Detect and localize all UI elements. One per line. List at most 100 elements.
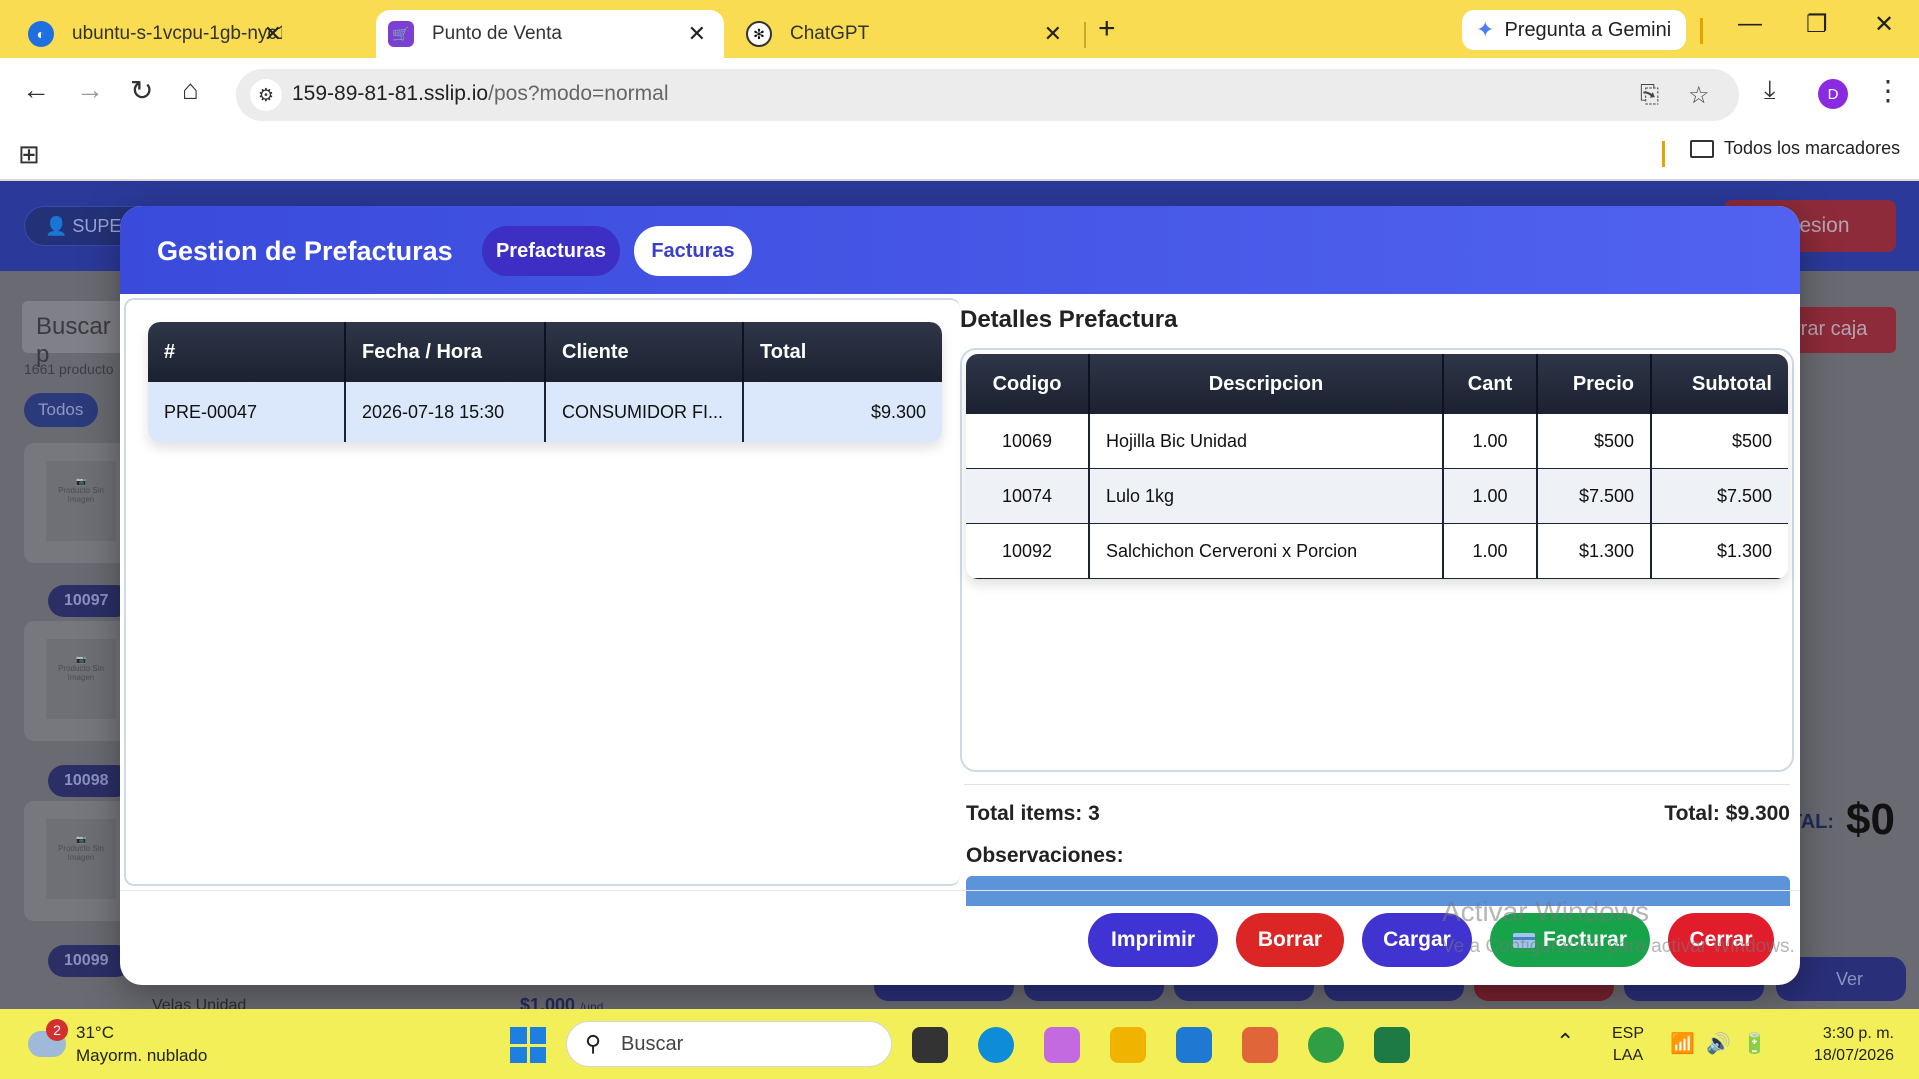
prefactura-datetime: 2026-07-18 15:30 — [346, 382, 546, 442]
bookmark-star-icon[interactable]: ☆ — [1688, 81, 1710, 110]
clock[interactable]: 3:30 p. m. 18/07/2026 — [1794, 1023, 1894, 1067]
gemini-label: Pregunta a Gemini — [1504, 18, 1672, 41]
close-icon[interactable]: ✕ — [688, 21, 706, 47]
item-description: Salchichon Cerveroni x Porcion — [1090, 524, 1444, 579]
tab-facturas[interactable]: Facturas — [634, 226, 752, 276]
item-qty: 1.00 — [1444, 469, 1538, 524]
total-items: Total items: 3 — [966, 802, 1100, 825]
window-close-icon[interactable]: ✕ — [1874, 10, 1894, 39]
url-host: 159-89-81-81.sslip.io — [292, 82, 489, 105]
tab-title: ChatGPT — [790, 23, 870, 44]
excel-icon[interactable] — [1374, 1027, 1410, 1063]
profile-avatar[interactable]: D — [1818, 79, 1848, 109]
vscode-icon[interactable] — [1176, 1027, 1212, 1063]
gemini-button[interactable]: ✦ Pregunta a Gemini — [1462, 10, 1686, 50]
item-subtotal: $500 — [1652, 414, 1788, 469]
table-row: 10092 Salchichon Cerveroni x Porcion 1.0… — [966, 524, 1788, 579]
weather-description: Mayorm. nublado — [76, 1046, 208, 1065]
taskbar-search[interactable]: ⚲ Buscar — [566, 1021, 892, 1067]
home-icon[interactable]: ⌂ — [182, 74, 199, 106]
tab-title: ubuntu-s-1vcpu-1gb-nyc1 - Dig — [72, 23, 282, 44]
windows-start-icon[interactable] — [510, 1027, 546, 1063]
bookmarks-bar: ⊞ Todos los marcadores — [0, 133, 1919, 181]
time: 3:30 p. m. — [1822, 1025, 1894, 1042]
product-image-placeholder: 📷 Producto Sin Imagen — [46, 819, 116, 899]
details-title: Detalles Prefactura — [960, 306, 1178, 333]
column-header: Cliente — [546, 322, 744, 382]
reload-icon[interactable]: ↻ — [130, 74, 153, 107]
product-card: 📷 Producto Sin Imagen — [24, 801, 134, 921]
close-icon[interactable]: ✕ — [264, 21, 282, 47]
credit-card-icon — [1512, 932, 1535, 948]
back-icon[interactable]: ← — [22, 74, 50, 106]
product-price: $1.000 /und — [520, 995, 603, 1009]
folder-icon — [1690, 139, 1714, 158]
cart-icon: 🛒 — [388, 21, 414, 47]
restore-icon[interactable]: ❐ — [1806, 10, 1828, 39]
divider — [964, 784, 1790, 785]
tab-chatgpt[interactable]: ✻ ChatGPT ✕ — [730, 10, 1080, 58]
volume-icon[interactable]: 🔊 — [1706, 1031, 1731, 1056]
apps-grid-icon[interactable]: ⊞ — [18, 139, 40, 170]
temperature: 31°C — [76, 1023, 114, 1042]
close-icon[interactable]: ✕ — [1044, 21, 1062, 47]
item-subtotal: $7.500 — [1652, 469, 1788, 524]
new-tab-icon[interactable]: + — [1098, 12, 1116, 46]
column-header: Codigo — [966, 354, 1090, 414]
table-row[interactable]: PRE-00047 2026-07-18 15:30 CONSUMIDOR FI… — [148, 382, 942, 442]
details-table: Codigo Descripcion Cant Precio Subtotal … — [966, 354, 1788, 579]
prefactura-client: CONSUMIDOR FI... — [546, 382, 744, 442]
no-image-label: Producto Sin Imagen — [58, 486, 104, 504]
table-row: 10069 Hojilla Bic Unidad 1.00 $500 $500 — [966, 414, 1788, 469]
filter-all: Todos — [24, 393, 98, 427]
install-app-icon[interactable]: ⎘ — [1640, 81, 1659, 109]
item-code: 10069 — [966, 414, 1090, 469]
details-total: Total: $9.300 — [1664, 802, 1790, 825]
battery-icon[interactable]: 🔋 — [1742, 1031, 1767, 1056]
tab-punto-de-venta[interactable]: 🛒 Punto de Venta ✕ — [376, 10, 724, 58]
item-price: $500 — [1538, 414, 1652, 469]
invoice-button[interactable]: Facturar — [1490, 913, 1650, 967]
delete-button[interactable]: Borrar — [1236, 913, 1344, 967]
copilot-icon[interactable] — [1044, 1027, 1080, 1063]
tab-digitalocean[interactable]: ◐ ubuntu-s-1vcpu-1gb-nyc1 - Dig ✕ — [0, 10, 300, 58]
load-button[interactable]: Cargar — [1362, 913, 1472, 967]
item-description: Lulo 1kg — [1090, 469, 1444, 524]
tab-title: Punto de Venta — [432, 23, 562, 44]
item-description: Hojilla Bic Unidad — [1090, 414, 1444, 469]
prefactura-details-panel: Detalles Prefactura Codigo Descripcion C… — [960, 298, 1796, 906]
wifi-icon[interactable]: 📶 — [1670, 1031, 1695, 1056]
browser-tab-bar: ◐ ubuntu-s-1vcpu-1gb-nyc1 - Dig ✕ 🛒 Punt… — [0, 0, 1919, 58]
digitalocean-icon: ◐ — [28, 21, 54, 47]
print-button[interactable]: Imprimir — [1088, 913, 1218, 967]
product-count: 1661 producto — [24, 361, 114, 377]
menu-dots-icon[interactable]: ⋮ — [1874, 74, 1902, 107]
edge-icon[interactable] — [978, 1027, 1014, 1063]
prefacturas-modal: Gestion de Prefacturas Prefacturas Factu… — [120, 206, 1800, 985]
url-text[interactable]: 159-89-81-81.sslip.io/pos?modo=normal — [292, 82, 668, 106]
url-path: /pos?modo=normal — [488, 82, 669, 105]
column-header: Subtotal — [1652, 354, 1788, 414]
file-explorer-icon[interactable] — [1110, 1027, 1146, 1063]
date: 18/07/2026 — [1813, 1047, 1894, 1064]
search-label: Buscar — [621, 1033, 684, 1055]
chevron-up-icon[interactable]: ⌃ — [1556, 1029, 1574, 1055]
no-image-label: Producto Sin Imagen — [58, 664, 104, 682]
site-settings-icon[interactable]: ⚙ — [250, 79, 282, 111]
address-bar[interactable]: ⚙ 159-89-81-81.sslip.io/pos?modo=normal … — [236, 69, 1739, 121]
download-icon[interactable]: ⤓ — [1764, 74, 1776, 106]
tab-prefacturas[interactable]: Prefacturas — [482, 226, 620, 276]
item-code: 10092 — [966, 524, 1090, 579]
separator — [1662, 141, 1665, 167]
minimize-icon[interactable]: — — [1738, 10, 1762, 38]
all-bookmarks-button[interactable]: Todos los marcadores — [1690, 138, 1900, 159]
task-view-icon[interactable] — [912, 1027, 948, 1063]
item-price: $1.300 — [1538, 524, 1652, 579]
claude-icon[interactable] — [1242, 1027, 1278, 1063]
close-button[interactable]: Cerrar — [1668, 913, 1774, 967]
forward-icon[interactable]: → — [76, 74, 104, 106]
language-indicator[interactable]: ESP LAA — [1612, 1023, 1644, 1067]
chrome-icon[interactable] — [1308, 1027, 1344, 1063]
column-header: Fecha / Hora — [346, 322, 546, 382]
table-header-row: Codigo Descripcion Cant Precio Subtotal — [966, 354, 1788, 414]
